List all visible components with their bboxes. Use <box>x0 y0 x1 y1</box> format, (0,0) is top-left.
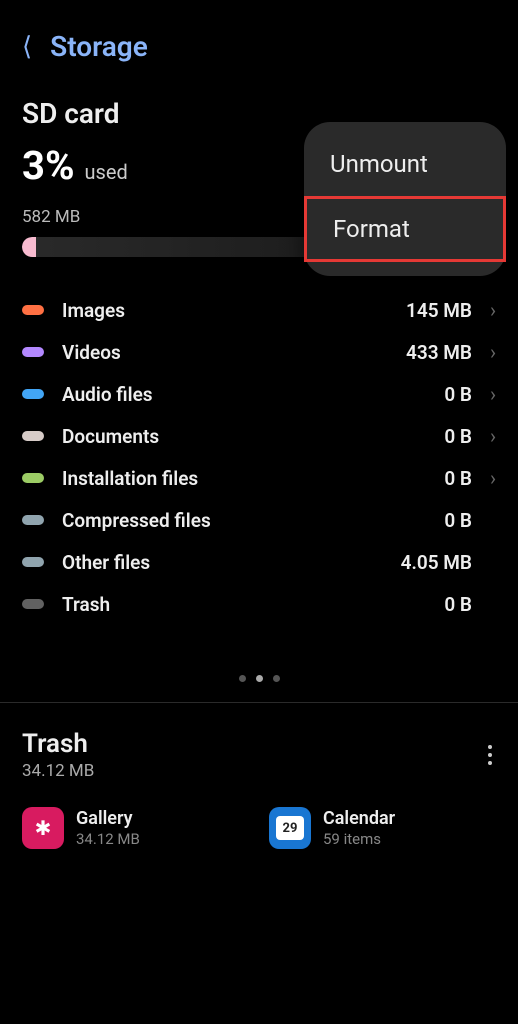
trash-title: Trash <box>22 729 496 759</box>
page-indicator <box>22 675 496 682</box>
category-color-icon <box>22 557 44 567</box>
category-value: 145 MB <box>406 299 472 322</box>
category-list: Images145 MB›Videos433 MB›Audio files0 B… <box>22 289 496 625</box>
category-label: Trash <box>62 593 444 616</box>
category-color-icon <box>22 305 44 315</box>
category-row[interactable]: Audio files0 B › <box>22 373 496 415</box>
progress-fill <box>22 237 36 257</box>
category-row[interactable]: Images145 MB › <box>22 289 496 331</box>
app-name: Calendar <box>323 808 395 829</box>
back-icon[interactable]: ⟨ <box>22 32 32 62</box>
category-value: 0 B <box>444 593 472 616</box>
trash-app-item[interactable]: 29 Calendar59 items <box>269 807 496 849</box>
header: ⟨ Storage <box>0 0 518 75</box>
category-value: 0 B <box>444 383 472 406</box>
category-value: 0 B <box>444 467 472 490</box>
category-color-icon <box>22 599 44 609</box>
category-row: Compressed files0 B› <box>22 499 496 541</box>
divider <box>0 702 518 703</box>
trash-size: 34.12 MB <box>22 761 496 781</box>
usage-percent: 3% <box>22 142 75 189</box>
trash-app-item[interactable]: ✱ Gallery34.12 MB <box>22 807 249 849</box>
trash-apps: ✱ Gallery34.12 MB 29 Calendar59 items <box>22 807 496 849</box>
app-subtitle: 59 items <box>323 830 395 848</box>
pager-dot[interactable] <box>273 675 280 682</box>
category-value: 0 B <box>444 509 472 532</box>
category-color-icon <box>22 389 44 399</box>
category-color-icon <box>22 431 44 441</box>
chevron-right-icon: › <box>482 382 496 406</box>
pager-dot[interactable] <box>239 675 246 682</box>
calendar-icon: 29 <box>269 807 311 849</box>
usage-label: used <box>85 160 128 184</box>
app-subtitle: 34.12 MB <box>76 830 140 848</box>
gallery-icon: ✱ <box>22 807 64 849</box>
category-color-icon <box>22 473 44 483</box>
trash-section: Trash 34.12 MB ✱Gallery34.12 MB29Calenda… <box>0 711 518 849</box>
more-icon[interactable] <box>488 741 492 769</box>
category-label: Videos <box>62 341 406 364</box>
chevron-right-icon: › <box>482 466 496 490</box>
category-color-icon <box>22 515 44 525</box>
category-color-icon <box>22 347 44 357</box>
category-row[interactable]: Videos433 MB › <box>22 331 496 373</box>
category-row[interactable]: Installation files0 B › <box>22 457 496 499</box>
category-value: 433 MB <box>406 341 472 364</box>
format-menu-item[interactable]: Format <box>304 196 506 262</box>
app-name: Gallery <box>76 808 140 829</box>
category-row: Other files4.05 MB› <box>22 541 496 583</box>
chevron-right-icon: › <box>482 298 496 322</box>
category-label: Audio files <box>62 383 444 406</box>
category-label: Installation files <box>62 467 444 490</box>
category-value: 4.05 MB <box>401 551 472 574</box>
context-menu: Unmount Format <box>304 122 506 276</box>
category-label: Documents <box>62 425 444 448</box>
category-label: Other files <box>62 551 401 574</box>
unmount-menu-item[interactable]: Unmount <box>304 134 506 194</box>
chevron-right-icon: › <box>482 424 496 448</box>
chevron-right-icon: › <box>482 340 496 364</box>
category-label: Compressed files <box>62 509 444 532</box>
category-row[interactable]: Documents0 B › <box>22 415 496 457</box>
category-label: Images <box>62 299 406 322</box>
category-value: 0 B <box>444 425 472 448</box>
pager-dot-active[interactable] <box>256 675 263 682</box>
page-title: Storage <box>50 30 148 63</box>
category-row: Trash0 B› <box>22 583 496 625</box>
